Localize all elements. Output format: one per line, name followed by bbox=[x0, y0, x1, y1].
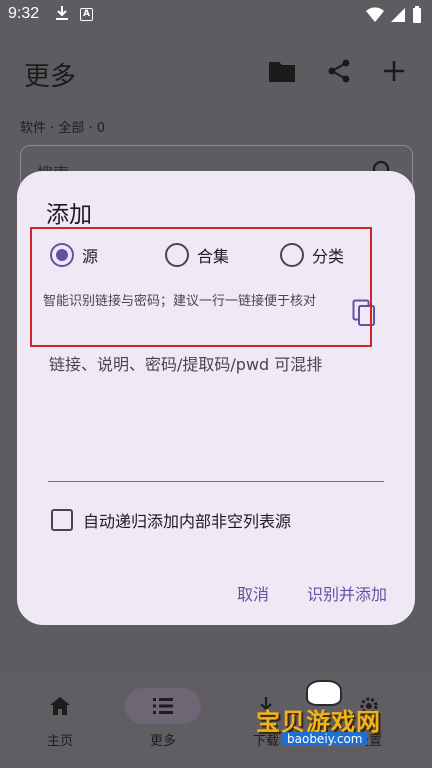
page-title: 更多 bbox=[24, 62, 77, 92]
status-time: 9:32 bbox=[8, 5, 40, 22]
watermark-url: baobeiy.com bbox=[282, 732, 368, 746]
top-actions bbox=[268, 58, 406, 84]
nav-label-more: 更多 bbox=[149, 734, 176, 749]
wifi-icon bbox=[366, 7, 384, 23]
nav-pill bbox=[22, 688, 98, 724]
dialog-title: 添加 bbox=[46, 202, 92, 228]
signal-icon bbox=[391, 8, 405, 22]
status-bar: 9:32 A bbox=[0, 0, 432, 30]
software-count-info: 软件 · 全部 · 0 bbox=[20, 121, 106, 136]
top-app-bar: 更多 bbox=[0, 50, 432, 96]
system-status-icons bbox=[366, 6, 422, 24]
folder-icon[interactable] bbox=[268, 59, 296, 83]
home-icon bbox=[50, 697, 70, 715]
nav-item-home[interactable]: 主页 bbox=[20, 688, 100, 749]
nav-label-home: 主页 bbox=[46, 734, 73, 749]
download-status-icon bbox=[54, 5, 70, 25]
list-icon bbox=[153, 698, 173, 714]
checkbox[interactable] bbox=[51, 509, 73, 531]
textarea-placeholder: 链接、说明、密码/提取码/pwd 可混排 bbox=[49, 355, 323, 374]
nav-pill-active bbox=[125, 688, 201, 724]
app-notification-icon: A bbox=[80, 8, 93, 21]
watermark-logo: 宝贝游戏网 baobeiy.com bbox=[256, 676, 406, 750]
recognize-add-button[interactable]: 识别并添加 bbox=[307, 581, 387, 605]
battery-icon bbox=[413, 6, 421, 23]
recursive-add-checkbox[interactable]: 自动递归添加内部非空列表源 bbox=[51, 508, 291, 532]
highlight-annotation-box bbox=[30, 227, 372, 347]
share-icon[interactable] bbox=[326, 58, 352, 84]
cancel-button[interactable]: 取消 bbox=[237, 581, 269, 605]
dialog-actions: 取消 识别并添加 bbox=[237, 581, 387, 605]
checkbox-label: 自动递归添加内部非空列表源 bbox=[83, 512, 292, 531]
nav-item-more[interactable]: 更多 bbox=[123, 688, 203, 749]
add-icon[interactable] bbox=[382, 59, 406, 83]
links-textarea[interactable]: 链接、说明、密码/提取码/pwd 可混排 bbox=[48, 347, 384, 482]
